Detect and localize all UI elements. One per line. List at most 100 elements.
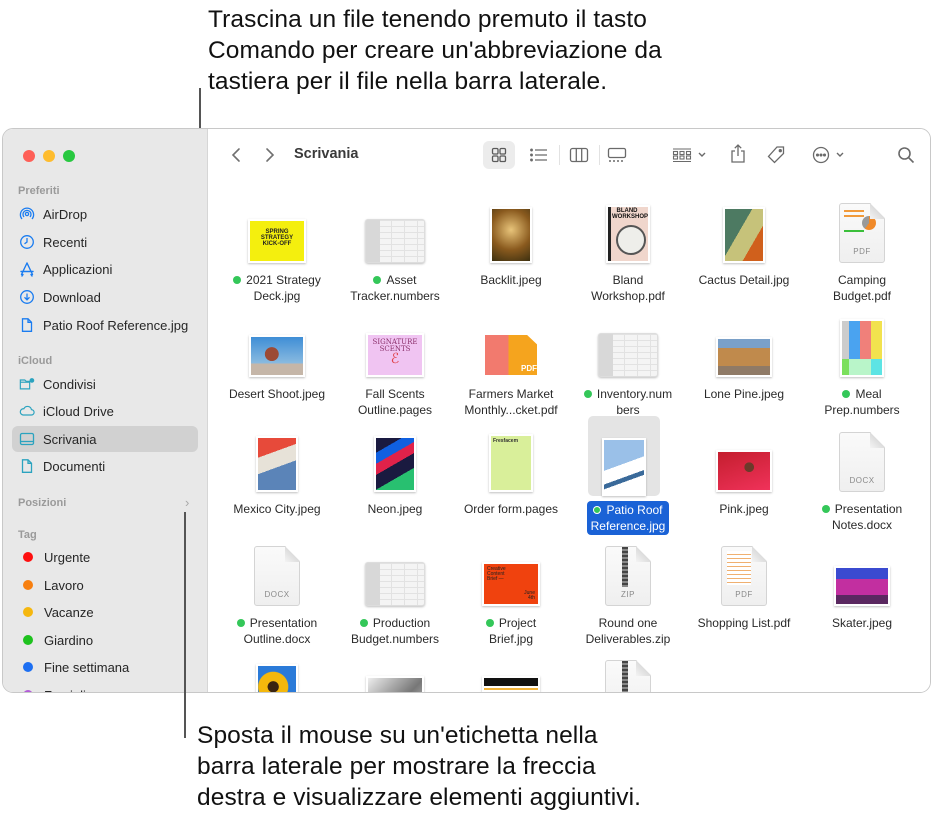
file-thumbnail[interactable]: [826, 305, 898, 377]
thumbnail-graphic: PDF: [483, 333, 539, 377]
file-name[interactable]: Backlit.jpeg: [452, 272, 570, 288]
file-name[interactable]: Project Brief.jpg: [452, 615, 570, 647]
file-name[interactable]: Camping Budget.pdf: [803, 272, 921, 304]
file-thumbnail[interactable]: DOCX: [826, 420, 898, 492]
sidebar-item-recents[interactable]: Recenti: [12, 229, 198, 255]
list-view-button[interactable]: [523, 141, 555, 169]
file-name[interactable]: Patio Roof Reference.jpg: [569, 501, 687, 535]
sidebar-tag-work[interactable]: Lavoro: [12, 572, 198, 598]
back-button[interactable]: [226, 143, 246, 167]
file-thumbnail[interactable]: [592, 648, 664, 692]
chevron-right-icon[interactable]: ›: [185, 495, 189, 510]
file-thumbnail[interactable]: PDF: [708, 534, 780, 606]
file-thumbnail[interactable]: [359, 420, 431, 492]
file-name-line: Project: [498, 616, 537, 630]
sidebar-tag-family[interactable]: Famiglia: [12, 682, 198, 693]
file-name-line: Outline.docx: [243, 632, 311, 646]
file-name[interactable]: Inventory.num bers: [569, 386, 687, 418]
file-thumbnail[interactable]: [241, 420, 313, 492]
file-thumbnail[interactable]: Creative Content Brief — June 4th: [475, 534, 547, 606]
icon-view-button[interactable]: [483, 141, 515, 169]
file-name[interactable]: Presentation Notes.docx: [803, 501, 921, 533]
sidebar-item-icloud-drive[interactable]: iCloud Drive: [12, 398, 198, 424]
toolbar-divider: [599, 145, 600, 165]
file-name[interactable]: Presentation Outline.docx: [218, 615, 336, 647]
file-name-line: Farmers Market: [468, 387, 554, 401]
share-button[interactable]: [725, 139, 751, 169]
file-name-text: Presentation Notes.docx: [821, 502, 902, 532]
file-name[interactable]: Asset Tracker.numbers: [336, 272, 454, 304]
file-thumbnail[interactable]: PDF: [475, 305, 547, 377]
sidebar-item-desktop[interactable]: Scrivania: [12, 426, 198, 452]
sidebar-item-label: Recenti: [43, 234, 88, 250]
file-thumbnail[interactable]: [592, 305, 664, 377]
file-name-line: Budget.pdf: [832, 289, 892, 303]
file-name[interactable]: 2021 Strategy Deck.jpg: [218, 272, 336, 304]
sidebar-item-airdrop[interactable]: AirDrop: [12, 201, 198, 227]
search-button[interactable]: [892, 141, 920, 169]
file-thumbnail[interactable]: [359, 534, 431, 606]
file-thumbnail[interactable]: SIGNATURE SCENTS ℰ: [359, 305, 431, 377]
file-name[interactable]: Lone Pine.jpeg: [685, 386, 803, 402]
file-thumbnail[interactable]: [588, 416, 660, 496]
sidebar-item-label: Famiglia: [44, 688, 93, 693]
tag-button[interactable]: [763, 141, 789, 169]
forward-button[interactable]: [260, 143, 280, 167]
sidebar-item-download[interactable]: Download: [12, 284, 198, 310]
file-thumbnail[interactable]: [708, 191, 780, 263]
file-thumbnail[interactable]: [475, 648, 547, 692]
group-by-button[interactable]: [668, 141, 710, 169]
file-thumbnail[interactable]: [708, 420, 780, 492]
sidebar-item-patio-roof-reference[interactable]: Patio Roof Reference.jpg: [12, 312, 198, 338]
file-name[interactable]: Desert Shoot.jpeg: [218, 386, 336, 402]
file-name[interactable]: Shopping List.pdf: [685, 615, 803, 631]
thumbnail-graphic: [636, 546, 651, 562]
thumbnail-graphic: [870, 432, 885, 448]
file-name[interactable]: Fall Scents Outline.pages: [336, 386, 454, 418]
file-name[interactable]: Mexico City.jpeg: [218, 501, 336, 517]
file-name-text: Patio Roof Reference.jpg: [586, 501, 670, 535]
sidebar-item-documents[interactable]: Documenti: [12, 453, 198, 479]
file-thumbnail[interactable]: BLAND WORKSHOP: [592, 191, 664, 263]
file-name[interactable]: Production Budget.numbers: [336, 615, 454, 647]
close-button[interactable]: [23, 150, 35, 162]
file-name-line: Order form.pages: [463, 502, 559, 516]
file-thumbnail[interactable]: [708, 305, 780, 377]
sidebar-item-applications[interactable]: Applicazioni: [12, 256, 198, 282]
file-thumbnail[interactable]: Fresfacem: [475, 420, 547, 492]
file-thumbnail[interactable]: [359, 648, 431, 692]
file-name[interactable]: Round one Deliverables.zip: [569, 615, 687, 647]
gallery-view-button[interactable]: [601, 141, 633, 169]
file-thumbnail[interactable]: [241, 305, 313, 377]
zoom-button[interactable]: [63, 150, 75, 162]
search-icon: [898, 147, 915, 164]
file-thumbnail[interactable]: [475, 191, 547, 263]
file-name[interactable]: Pink.jpeg: [685, 501, 803, 517]
column-view-button[interactable]: [563, 141, 595, 169]
file-thumbnail[interactable]: PDF: [826, 191, 898, 263]
minimize-button[interactable]: [43, 150, 55, 162]
file-name[interactable]: Neon.jpeg: [336, 501, 454, 517]
sidebar-tag-weekend[interactable]: Fine settimana: [12, 654, 198, 680]
file-thumbnail[interactable]: [359, 191, 431, 263]
file-thumbnail[interactable]: [826, 534, 898, 606]
file-thumbnail[interactable]: [241, 648, 313, 692]
file-name[interactable]: Skater.jpeg: [803, 615, 921, 631]
file-thumbnail[interactable]: ZIP: [592, 534, 664, 606]
file-thumbnail[interactable]: SPRING STRATEGY KICK-OFF: [241, 191, 313, 263]
sidebar-tag-vacation[interactable]: Vacanze: [12, 599, 198, 625]
sidebar-tag-urgent[interactable]: Urgente: [12, 544, 198, 570]
file-name-line: Shopping List.pdf: [697, 616, 791, 630]
sidebar-item-shared[interactable]: Condivisi: [12, 371, 198, 397]
file-thumbnail[interactable]: DOCX: [241, 534, 313, 606]
more-actions-button[interactable]: [808, 141, 848, 169]
sidebar-tag-garden[interactable]: Giardino: [12, 627, 198, 653]
file-name[interactable]: Cactus Detail.jpg: [685, 272, 803, 288]
file-name[interactable]: Farmers Market Monthly...cket.pdf: [452, 386, 570, 418]
thumbnail-graphic: [716, 450, 772, 492]
thumbnail-graphic: [840, 319, 884, 377]
section-locations[interactable]: Posizioni: [18, 497, 66, 509]
file-name[interactable]: Bland Workshop.pdf: [569, 272, 687, 304]
file-name[interactable]: Order form.pages: [452, 501, 570, 517]
file-name[interactable]: Meal Prep.numbers: [803, 386, 921, 418]
